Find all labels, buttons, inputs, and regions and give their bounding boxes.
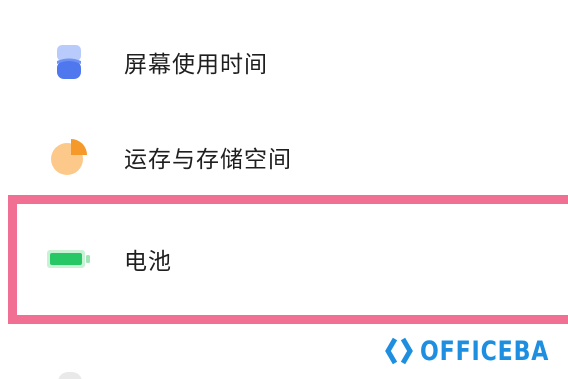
officeba-logo-icon [385, 337, 413, 365]
pie-chart-icon [46, 134, 92, 180]
settings-screen: 屏幕使用时间 运存与存储空间 电池 OFFICEBA [0, 0, 568, 379]
hourglass-icon [46, 39, 92, 85]
settings-item-label: 电池 [124, 249, 172, 275]
partial-item-icon [58, 372, 82, 379]
settings-item-label: 屏幕使用时间 [124, 52, 268, 78]
settings-item-label: 运存与存储空间 [124, 147, 292, 173]
settings-item-storage[interactable]: 运存与存储空间 [0, 107, 568, 207]
settings-item-screen-time[interactable]: 屏幕使用时间 [0, 12, 568, 112]
settings-item-battery[interactable]: 电池 [0, 209, 568, 309]
watermark: OFFICEBA [384, 334, 568, 368]
watermark-text: OFFICEBA [420, 335, 550, 367]
battery-icon [46, 236, 92, 282]
